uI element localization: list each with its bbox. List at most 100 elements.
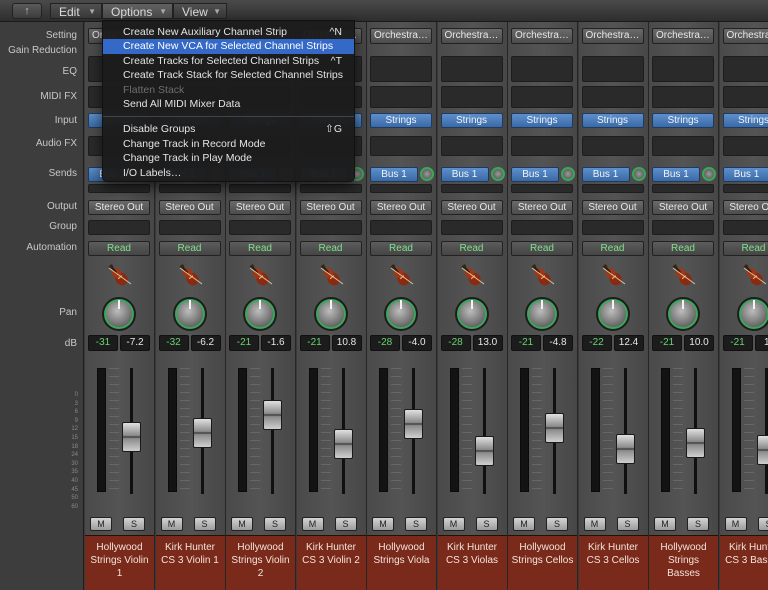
volume-fader[interactable] — [474, 436, 494, 467]
mute-button[interactable]: M — [160, 517, 183, 531]
menu-item[interactable]: Create New Auxiliary Channel Strip ^N — [103, 25, 354, 39]
output-slot[interactable]: Stereo Out — [581, 200, 644, 215]
volume-fader[interactable] — [686, 428, 705, 459]
send-slot-empty[interactable] — [88, 184, 150, 193]
automation-mode-button[interactable]: Read — [370, 241, 432, 256]
group-slot[interactable] — [511, 220, 573, 235]
menu-item[interactable]: Create Tracks for Selected Channel Strip… — [103, 54, 354, 68]
automation-mode-button[interactable]: Read — [88, 241, 150, 256]
eq-display[interactable] — [370, 56, 432, 82]
send-slot[interactable]: Bus 1 — [652, 167, 700, 182]
input-slot[interactable]: Strings — [652, 113, 714, 128]
automation-mode-button[interactable]: Read — [581, 241, 644, 256]
group-slot[interactable] — [299, 220, 362, 235]
pan-knob[interactable] — [525, 297, 559, 331]
volume-fader[interactable] — [333, 429, 353, 460]
mute-button[interactable]: M — [90, 517, 112, 531]
automation-mode-button[interactable]: Read — [652, 241, 714, 256]
violin-icon[interactable] — [176, 262, 204, 290]
send-slot[interactable]: Bus 1 — [581, 167, 630, 182]
volume-display[interactable]: 10.0 — [684, 335, 714, 351]
output-slot[interactable]: Stereo Out — [440, 200, 503, 215]
peak-level-display[interactable]: -21 — [652, 335, 682, 351]
solo-button[interactable]: S — [687, 517, 709, 531]
send-level-knob[interactable] — [631, 167, 646, 181]
output-slot[interactable]: Stereo Out — [370, 200, 432, 215]
group-slot[interactable] — [88, 220, 150, 235]
setting-button[interactable]: Orchestra… — [652, 28, 714, 44]
automation-mode-button[interactable]: Read — [440, 241, 503, 256]
violin-icon[interactable] — [317, 262, 345, 290]
violin-icon[interactable] — [246, 262, 274, 290]
automation-mode-button[interactable]: Read — [511, 241, 573, 256]
automation-mode-button[interactable]: Read — [299, 241, 362, 256]
input-slot[interactable]: Strings — [440, 113, 503, 128]
volume-display[interactable]: -1.6 — [261, 335, 291, 351]
channel-name[interactable]: Hollywood Strings Violin 2 — [226, 535, 295, 590]
input-slot[interactable]: Strings — [370, 113, 432, 128]
group-slot[interactable] — [158, 220, 221, 235]
volume-display[interactable]: -6.2 — [190, 335, 221, 351]
audio-fx-slot[interactable] — [511, 136, 573, 156]
eq-display[interactable] — [511, 56, 573, 82]
eq-display[interactable] — [581, 56, 644, 82]
mute-button[interactable]: M — [372, 517, 394, 531]
send-slot-empty[interactable] — [158, 184, 221, 193]
menu-item[interactable]: I/O Labels… — [103, 166, 354, 180]
volume-display[interactable]: 12.4 — [613, 335, 644, 351]
solo-button[interactable]: S — [405, 517, 427, 531]
automation-mode-button[interactable]: Read — [158, 241, 221, 256]
group-slot[interactable] — [722, 220, 768, 235]
mute-button[interactable]: M — [513, 517, 535, 531]
up-arrow-button[interactable]: ↑ — [12, 3, 42, 19]
midi-fx-slot[interactable] — [722, 86, 768, 108]
output-slot[interactable]: Stereo Out — [299, 200, 362, 215]
peak-level-display[interactable]: -32 — [158, 335, 189, 351]
setting-button[interactable]: Orchestra… — [370, 28, 432, 44]
solo-button[interactable]: S — [616, 517, 639, 531]
volume-fader[interactable] — [545, 413, 564, 444]
send-level-knob[interactable] — [490, 167, 505, 181]
volume-fader[interactable] — [122, 421, 141, 452]
group-slot[interactable] — [440, 220, 503, 235]
volume-display[interactable]: -4.0 — [402, 335, 432, 351]
violin-icon[interactable] — [599, 262, 627, 290]
channel-name[interactable]: Hollywood Strings Viola — [367, 535, 436, 590]
solo-button[interactable]: S — [193, 517, 216, 531]
pan-knob[interactable] — [384, 297, 418, 331]
channel-name[interactable]: Kirk Hunter CS 3 Violin 2 — [296, 535, 366, 590]
solo-button[interactable]: S — [123, 517, 145, 531]
volume-display[interactable]: -7.2 — [120, 335, 150, 351]
pan-knob[interactable] — [243, 297, 277, 331]
setting-button[interactable]: Orchestra… — [440, 28, 503, 44]
violin-icon[interactable] — [740, 262, 768, 290]
audio-fx-slot[interactable] — [370, 136, 432, 156]
mute-button[interactable]: M — [724, 517, 747, 531]
menu-item[interactable]: Create New VCA for Selected Channel Stri… — [103, 39, 354, 54]
violin-icon[interactable] — [387, 262, 415, 290]
volume-fader[interactable] — [756, 435, 768, 466]
channel-name[interactable]: Hollywood Strings Basses — [649, 535, 718, 590]
midi-fx-slot[interactable] — [581, 86, 644, 108]
pan-knob[interactable] — [595, 297, 630, 331]
volume-fader[interactable] — [615, 434, 635, 465]
setting-button[interactable]: Orchestra… — [511, 28, 573, 44]
peak-level-display[interactable]: -21 — [722, 335, 753, 351]
send-slot-empty[interactable] — [581, 184, 644, 193]
volume-fader[interactable] — [263, 399, 282, 430]
midi-fx-slot[interactable] — [511, 86, 573, 108]
channel-name[interactable]: Kirk Hunter CS 3 Violas — [437, 535, 507, 590]
solo-button[interactable]: S — [334, 517, 357, 531]
send-level-knob[interactable] — [702, 167, 716, 181]
midi-fx-slot[interactable] — [440, 86, 503, 108]
menu-edit[interactable]: Edit ▼ — [50, 3, 102, 19]
audio-fx-slot[interactable] — [722, 136, 768, 156]
volume-fader[interactable] — [192, 417, 212, 448]
volume-fader[interactable] — [404, 409, 423, 440]
mute-button[interactable]: M — [583, 517, 606, 531]
volume-display[interactable]: 10.8 — [331, 335, 362, 351]
audio-fx-slot[interactable] — [581, 136, 644, 156]
violin-icon[interactable] — [458, 262, 486, 290]
send-slot-empty[interactable] — [652, 184, 714, 193]
audio-fx-slot[interactable] — [440, 136, 503, 156]
